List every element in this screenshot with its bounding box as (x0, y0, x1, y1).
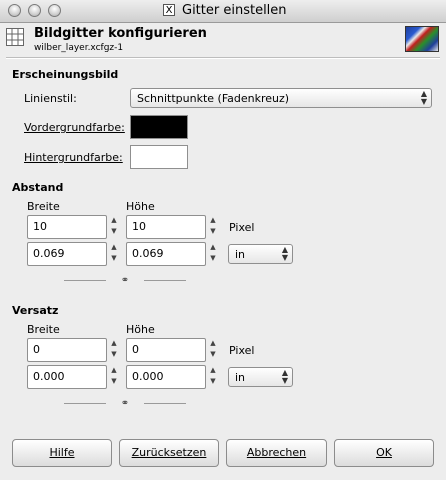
cancel-button[interactable]: Abbrechen (226, 439, 327, 467)
ok-button[interactable]: OK (334, 439, 434, 467)
foreground-color-button[interactable] (130, 115, 188, 139)
dialog-window: X Gitter einstellen Bildgitter konfiguri… (0, 0, 446, 480)
foreground-color-label: Vordergrundfarbe: (24, 121, 125, 134)
offset-width-label: Breite (27, 323, 60, 336)
offset-unit-select[interactable]: in ▲ ▼ (228, 367, 293, 387)
spin-arrows-icon[interactable]: ▲ ▼ (208, 365, 218, 389)
spacing-section-title: Abstand (12, 181, 64, 194)
help-button[interactable]: Hilfe (12, 439, 112, 467)
reset-button[interactable]: Zurücksetzen (119, 439, 219, 467)
offset-height-px-input[interactable]: 0 (126, 338, 206, 362)
spacing-unit-value: in (235, 248, 246, 261)
spin-arrows-icon[interactable]: ▲ ▼ (109, 338, 119, 362)
spacing-unit-select[interactable]: in ▲ ▼ (228, 244, 293, 264)
combo-arrows-icon: ▲ ▼ (420, 89, 427, 106)
image-thumbnail (405, 26, 439, 52)
window-title: Gitter einstellen (182, 3, 287, 18)
offset-pixel-unit-label: Pixel (229, 344, 255, 357)
spin-arrows-icon[interactable]: ▲ ▼ (109, 242, 119, 266)
appearance-section-title: Erscheinungsbild (12, 68, 119, 81)
background-color-button[interactable] (130, 145, 188, 169)
line-style-label: Linienstil: (24, 92, 77, 105)
dialog-heading: Bildgitter konfigurieren (34, 26, 207, 41)
chain-link-icon: ⚭ (120, 275, 130, 286)
spacing-height-in-input[interactable]: 0.069 (126, 242, 206, 266)
background-color-label: Hintergrundfarbe: (24, 151, 123, 164)
spin-arrows-icon[interactable]: ▲ ▼ (109, 365, 119, 389)
offset-width-px-input[interactable]: 0 (27, 338, 107, 362)
spin-arrows-icon[interactable]: ▲ ▼ (208, 242, 218, 266)
offset-height-label: Höhe (126, 323, 155, 336)
spin-arrows-icon[interactable]: ▲ ▼ (208, 338, 218, 362)
spin-arrows-icon[interactable]: ▲ ▼ (109, 215, 119, 239)
close-window-button[interactable] (8, 4, 21, 17)
line-style-select[interactable]: Schnittpunkte (Fadenkreuz) ▲ ▼ (130, 88, 432, 108)
spacing-chain-button[interactable]: ⚭ (64, 275, 186, 286)
spacing-pixel-unit-label: Pixel (229, 221, 255, 234)
header-separator (6, 57, 440, 59)
minimize-window-button[interactable] (28, 4, 41, 17)
offset-width-in-input[interactable]: 0.000 (27, 365, 107, 389)
spacing-width-in-input[interactable]: 0.069 (27, 242, 107, 266)
combo-arrows-icon: ▲ ▼ (281, 245, 288, 262)
grid-icon (6, 28, 24, 46)
title-bar[interactable]: X Gitter einstellen (0, 0, 446, 23)
x11-icon: X (163, 4, 175, 16)
offset-height-in-input[interactable]: 0.000 (126, 365, 206, 389)
line-style-value: Schnittpunkte (Fadenkreuz) (137, 92, 290, 105)
chain-link-icon: ⚭ (120, 398, 130, 409)
spacing-height-px-input[interactable]: 10 (126, 215, 206, 239)
spin-arrows-icon[interactable]: ▲ ▼ (208, 215, 218, 239)
spacing-width-px-input[interactable]: 10 (27, 215, 107, 239)
offset-chain-button[interactable]: ⚭ (64, 398, 186, 409)
spacing-height-label: Höhe (126, 200, 155, 213)
image-name: wilber_layer.xcfgz-1 (34, 43, 124, 53)
offset-unit-value: in (235, 371, 246, 384)
offset-section-title: Versatz (12, 304, 59, 317)
zoom-window-button[interactable] (48, 4, 61, 17)
combo-arrows-icon: ▲ ▼ (281, 368, 288, 385)
spacing-width-label: Breite (27, 200, 60, 213)
